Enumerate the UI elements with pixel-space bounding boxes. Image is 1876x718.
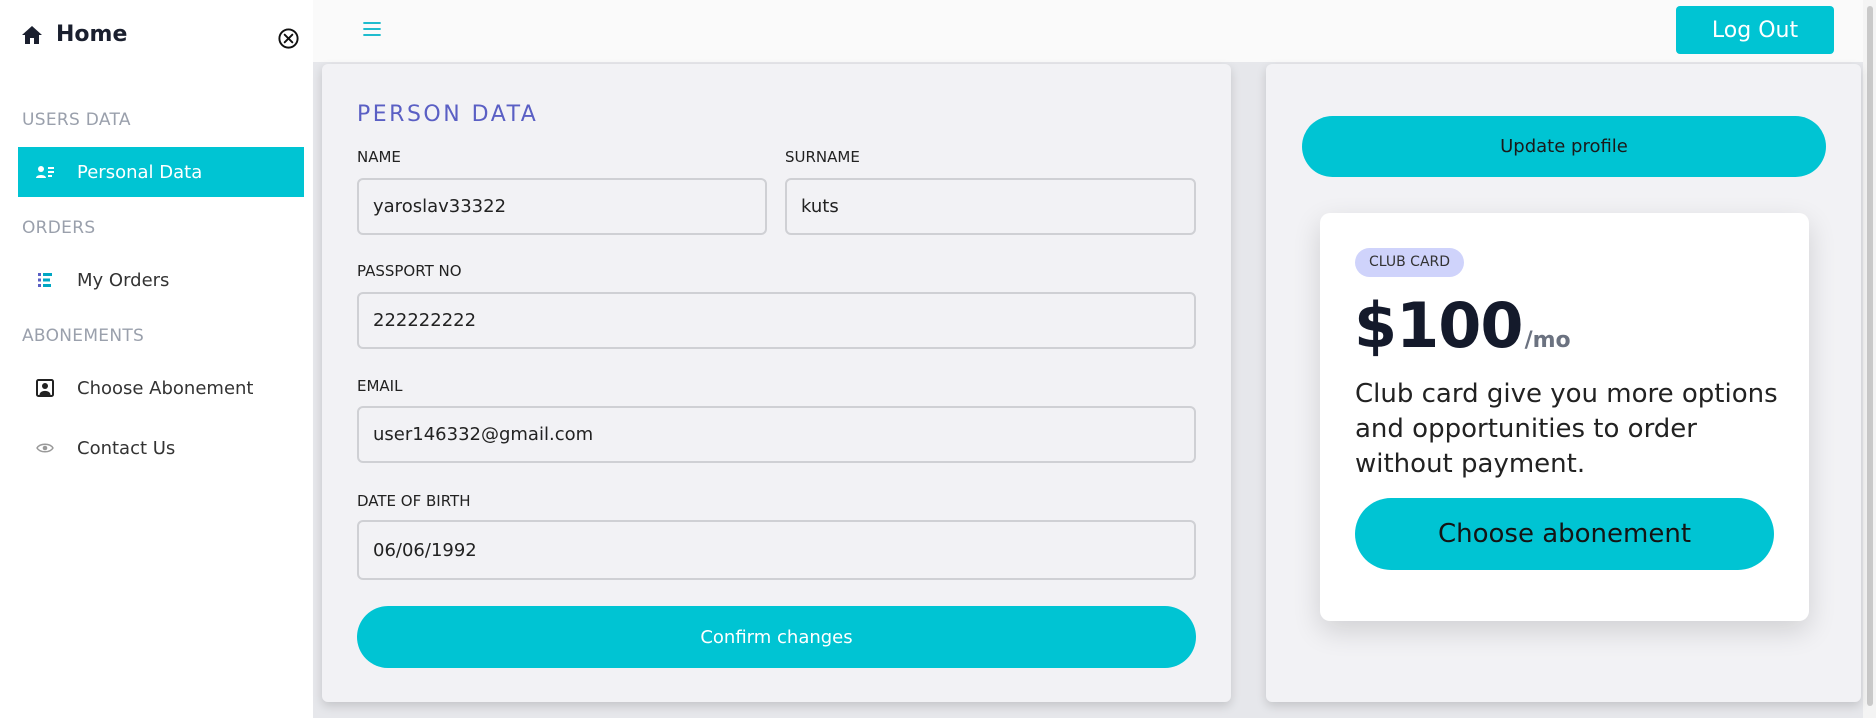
choose-abonement-button[interactable]: Choose abonement <box>1355 498 1774 570</box>
id-card-icon <box>34 161 56 183</box>
home-label: Home <box>56 22 128 47</box>
close-icon[interactable] <box>277 27 300 50</box>
eye-icon <box>34 437 56 459</box>
sidebar: Home USERS DATA Personal Data ORDERS My … <box>0 0 313 718</box>
email-label: EMAIL <box>357 377 403 395</box>
name-label: NAME <box>357 148 401 166</box>
top-bar: Log Out <box>313 0 1863 62</box>
surname-field[interactable] <box>785 178 1196 235</box>
dob-label: DATE OF BIRTH <box>357 492 471 510</box>
sidebar-item-label: Choose Abonement <box>77 377 254 399</box>
person-data-card: PERSON DATA NAME SURNAME PASSPORT NO EMA… <box>322 64 1231 702</box>
passport-label: PASSPORT NO <box>357 262 462 280</box>
date-of-birth-field[interactable] <box>357 520 1196 580</box>
club-price: $100 /mo <box>1354 289 1571 362</box>
club-price-period: /mo <box>1524 328 1571 353</box>
name-field[interactable] <box>357 178 767 235</box>
sidebar-item-choose-abonement[interactable]: Choose Abonement <box>18 363 304 413</box>
club-description: Club card give you more options and oppo… <box>1355 379 1778 479</box>
person-data-title: PERSON DATA <box>357 102 539 127</box>
section-users-data: USERS DATA <box>22 110 131 130</box>
section-orders: ORDERS <box>22 218 96 238</box>
scrollbar-thumb[interactable] <box>1867 6 1873 706</box>
sidebar-item-label: My Orders <box>77 269 170 291</box>
surname-label: SURNAME <box>785 148 860 166</box>
home-icon <box>22 25 42 44</box>
portrait-icon <box>34 377 56 399</box>
update-profile-button[interactable]: Update profile <box>1302 116 1826 177</box>
sidebar-item-label: Contact Us <box>77 437 176 459</box>
sidebar-item-my-orders[interactable]: My Orders <box>18 255 304 305</box>
profile-card: Update profile CLUB CARD $100 /mo Club c… <box>1266 64 1861 702</box>
sidebar-item-label: Personal Data <box>77 161 203 183</box>
logout-button[interactable]: Log Out <box>1676 6 1834 54</box>
sidebar-item-contact-us[interactable]: Contact Us <box>18 423 304 473</box>
email-field[interactable] <box>357 406 1196 463</box>
list-icon <box>34 269 56 291</box>
section-abonements: ABONEMENTS <box>22 326 145 346</box>
club-card-badge: CLUB CARD <box>1355 248 1465 277</box>
sidebar-item-personal-data[interactable]: Personal Data <box>18 147 304 197</box>
club-card: CLUB CARD $100 /mo Club card give you mo… <box>1320 213 1809 621</box>
passport-field[interactable] <box>357 292 1196 349</box>
home-link[interactable]: Home <box>20 22 127 47</box>
confirm-changes-button[interactable]: Confirm changes <box>357 606 1196 668</box>
club-price-amount: $100 <box>1354 289 1524 362</box>
hamburger-menu-icon[interactable] <box>361 18 383 40</box>
